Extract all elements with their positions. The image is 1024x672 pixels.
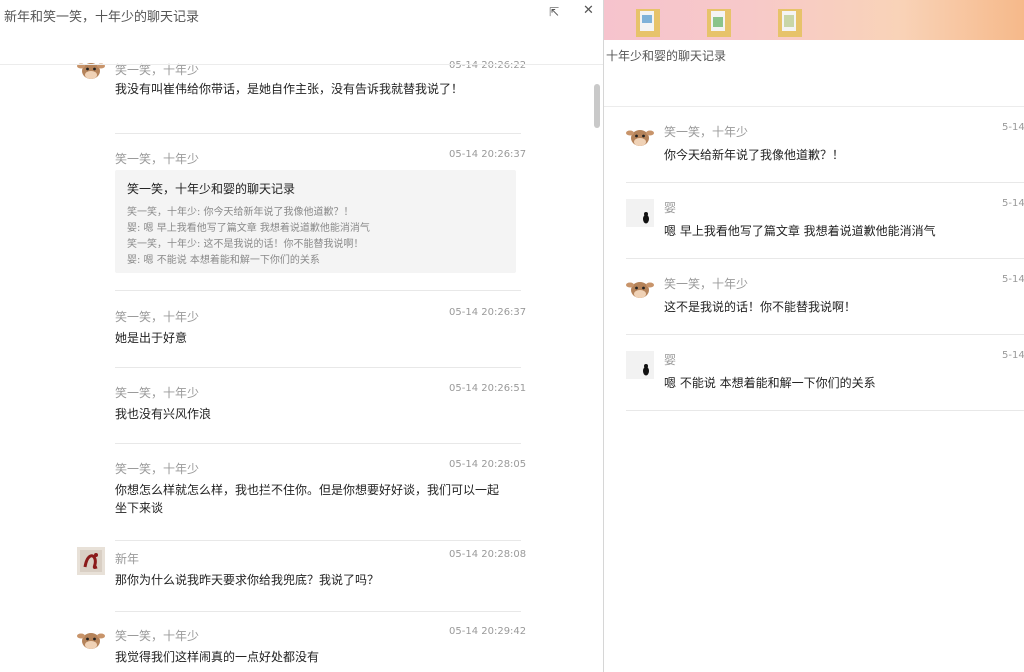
message-divider [115, 367, 521, 368]
cartoon-cow-avatar[interactable] [77, 56, 105, 84]
forwarded-chat-card[interactable]: 笑一笑，十年少和婴的聊天记录 笑一笑，十年少: 你今天给新年说了我像他道歉？！ … [115, 170, 516, 273]
message-time: 05-14 20:26:37 [449, 307, 527, 318]
message-time: 05-14 20:28:05 [449, 459, 527, 470]
forwarded-chat-title: 笑一笑，十年少和婴的聊天记录 [127, 182, 296, 196]
message-time: 05-14 20:28:08 [449, 549, 527, 560]
message-text: 她是出于好意 [115, 331, 188, 345]
message-time: 5-14 [1002, 274, 1024, 285]
message-divider [626, 182, 1024, 183]
message-divider [626, 258, 1024, 259]
forwarded-chat-line: 笑一笑，十年少: 这不是我说的话！你不能替我说啊！ [127, 239, 364, 250]
cartoon-cow-avatar[interactable] [626, 275, 654, 303]
dark-figure-avatar[interactable] [626, 199, 654, 227]
folder-icon[interactable] [776, 5, 804, 37]
scrollbar-thumb[interactable] [594, 84, 600, 128]
message-divider [626, 410, 1024, 411]
message-text: 那你为什么说我昨天要求你给我兜底？我说了吗？ [115, 573, 380, 587]
forwarded-chat-line: 婴: 嗯 不能说 本想着能和解一下你们的关系 [127, 255, 320, 266]
sender-name: 笑一笑，十年少 [115, 152, 200, 166]
message-text: 你今天给新年说了我像他道歉？！ [664, 148, 845, 162]
message-text: 我觉得我们这样闹真的一点好处都没有 [115, 650, 320, 664]
message-text: 嗯 早上我看他写了篇文章 我想着说道歉他能消消气 [664, 224, 936, 238]
message-text: 你想怎么样就怎么样，我也拦不住你。但是你想要好好谈，我们可以一起坐下来谈 [115, 483, 500, 515]
folder-icon[interactable] [705, 5, 733, 37]
message-time: 05-14 20:26:22 [449, 60, 527, 71]
sender-name: 笑一笑，十年少 [115, 310, 200, 324]
message-divider [115, 443, 521, 444]
message-time: 05-14 20:29:42 [449, 626, 527, 637]
cartoon-cow-avatar[interactable] [77, 626, 105, 654]
message-time: 05-14 20:26:51 [449, 383, 527, 394]
sender-name: 婴 [664, 353, 677, 367]
message-time: 5-14 [1002, 122, 1024, 133]
message-text: 这不是我说的话！你不能替我说啊！ [664, 300, 857, 314]
folder-icon[interactable] [634, 5, 662, 37]
window-title: 十年少和婴的聊天记录 [606, 49, 727, 63]
dark-figure-avatar[interactable] [626, 351, 654, 379]
message-time: 05-14 20:26:37 [449, 149, 527, 160]
header-divider [604, 106, 1024, 107]
message-time: 5-14 [1002, 350, 1024, 361]
calligraphy-avatar[interactable] [77, 547, 105, 575]
forwarded-chat-line: 笑一笑，十年少: 你今天给新年说了我像他道歉？！ [127, 207, 354, 218]
sender-name: 婴 [664, 201, 677, 215]
chat-history-window: 新年和笑一笑，十年少的聊天记录 ⇱ ✕ 笑一笑，十年少 05-14 20:26:… [0, 0, 604, 672]
sender-name: 笑一笑，十年少 [115, 386, 200, 400]
cartoon-cow-avatar[interactable] [626, 123, 654, 151]
sender-name: 笑一笑，十年少 [115, 629, 200, 643]
message-divider [115, 611, 521, 612]
sender-name: 笑一笑，十年少 [115, 462, 200, 476]
message-text: 嗯 不能说 本想着能和解一下你们的关系 [664, 376, 876, 390]
message-divider [115, 133, 521, 134]
message-divider [626, 334, 1024, 335]
forwarded-chat-window: 十年少和婴的聊天记录 笑一笑，十年少 5-14 你今天给新年说了我像他道歉？！ [604, 0, 1024, 672]
sender-name: 笑一笑，十年少 [664, 277, 749, 291]
header-divider [0, 64, 603, 65]
forwarded-chat-line: 婴: 嗯 早上我看他写了篇文章 我想着说道歉他能消消气 [127, 223, 370, 234]
message-text: 我也没有兴风作浪 [115, 407, 212, 421]
message-list: 笑一笑，十年少 05-14 20:26:22 我没有叫崔伟给你带话，是她自作主张… [0, 0, 603, 672]
message-text: 我没有叫崔伟给你带话，是她自作主张，没有告诉我就替我说了！ [115, 82, 464, 96]
sender-name: 新年 [115, 552, 140, 566]
desktop-banner [604, 0, 1024, 40]
message-time: 5-14 [1002, 198, 1024, 209]
sender-name: 笑一笑，十年少 [664, 125, 749, 139]
message-divider [115, 290, 521, 291]
message-divider [115, 540, 521, 541]
